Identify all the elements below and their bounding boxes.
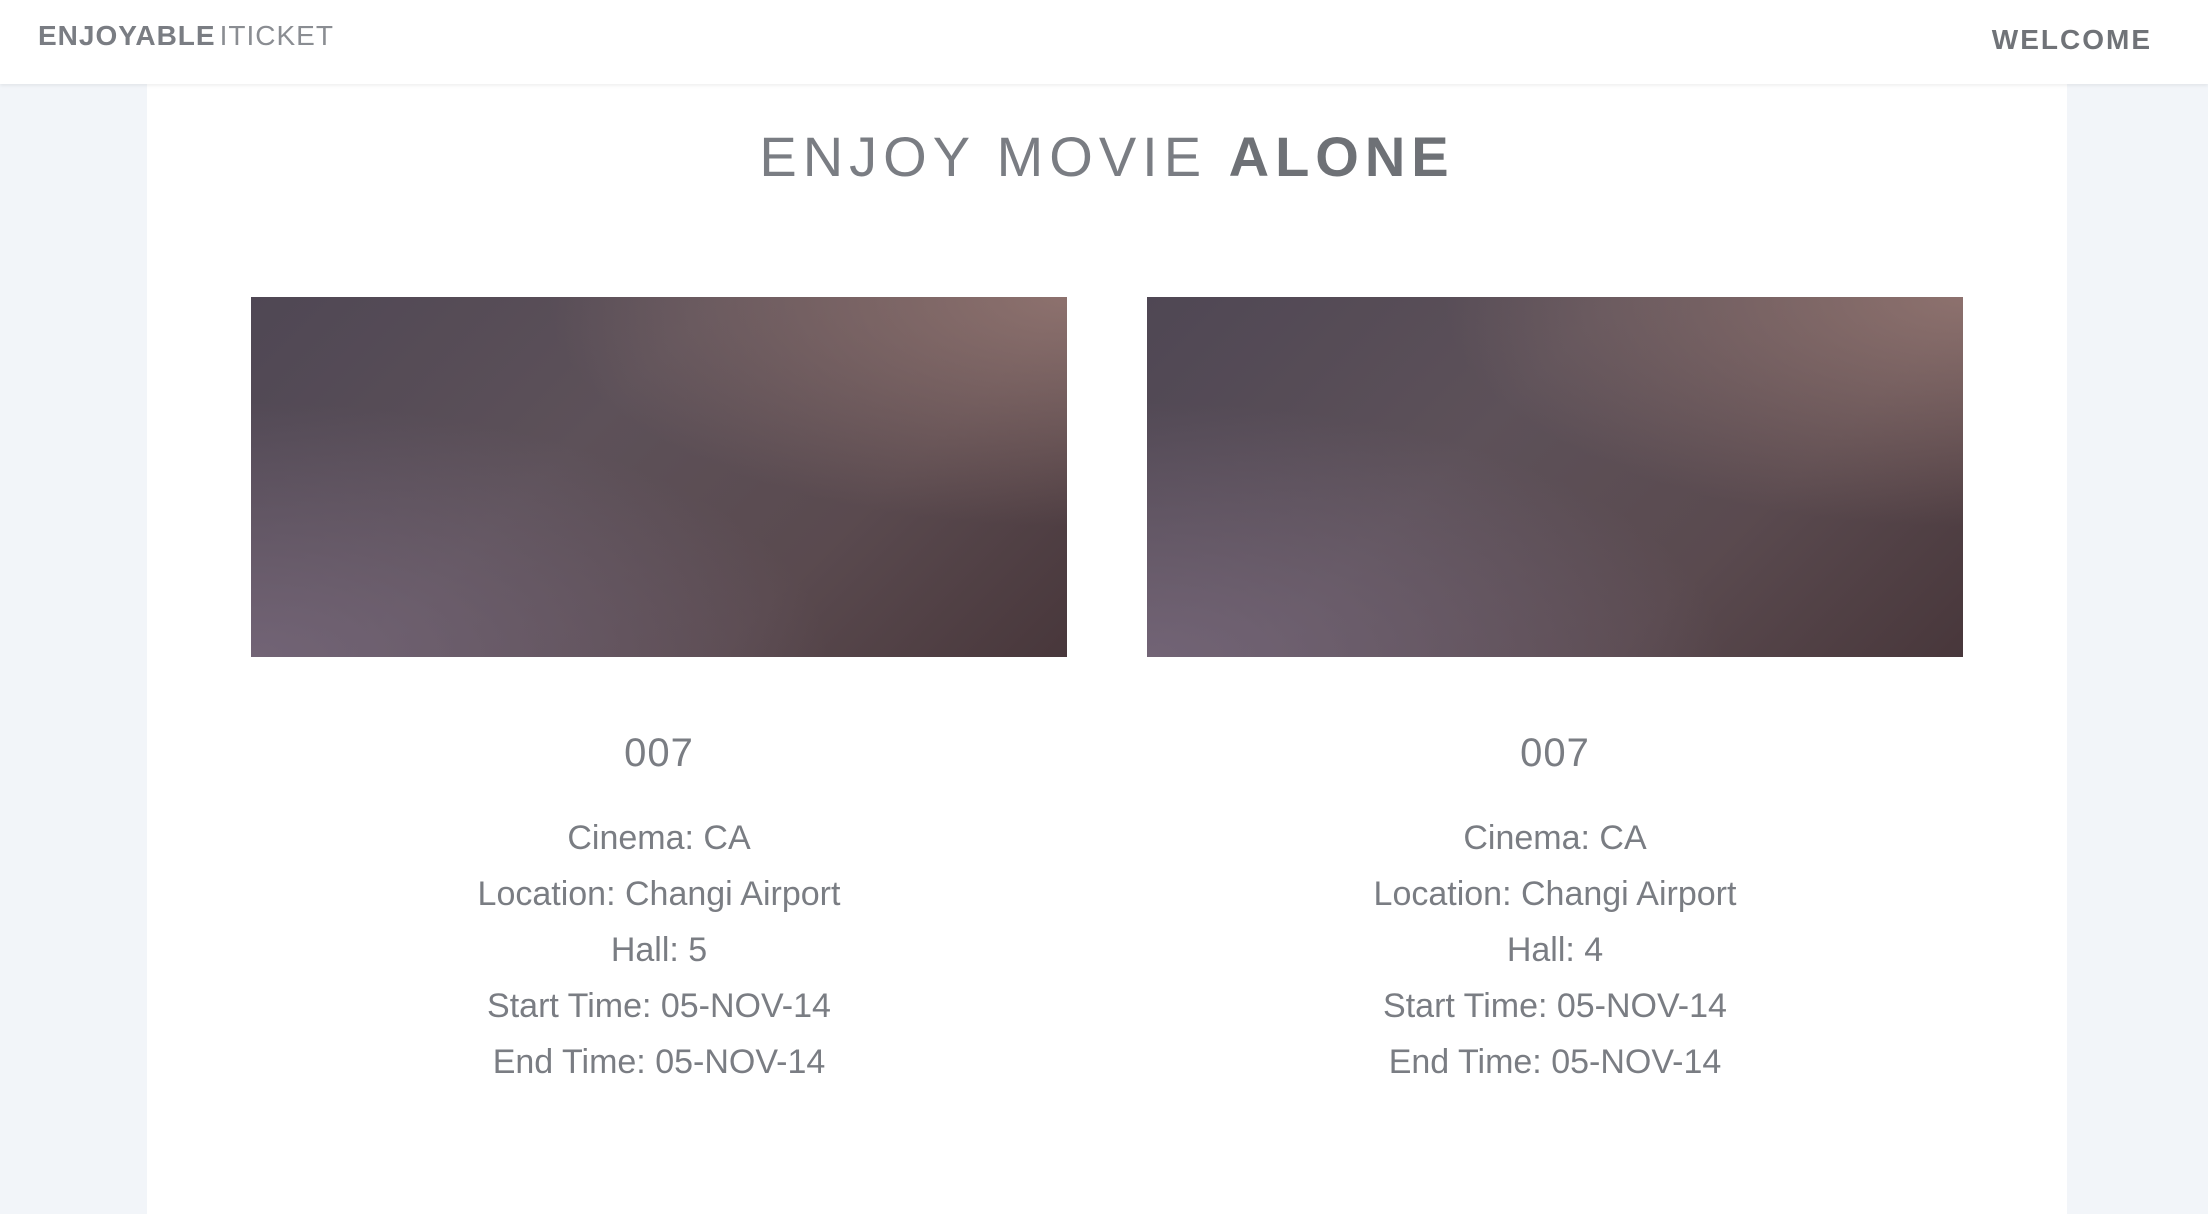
location-text: Location: Changi Airport (1373, 875, 1737, 913)
page-title-bold: ALONE (1228, 125, 1455, 188)
cinema-text: Cinema: CA (1463, 819, 1647, 857)
ticket-card: 007 Cinema: CA Location: Changi Airport … (1147, 297, 1963, 1090)
brand-name-light: ITICKET (219, 20, 334, 51)
hall-text: Hall: 4 (1506, 931, 1604, 969)
movie-title: 007 (624, 731, 694, 775)
main-panel: ENJOY MOVIE ALONE 007 Cinema: CA Locatio… (147, 84, 2067, 1214)
start-time-text: Start Time: 05-NOV-14 (1383, 987, 1727, 1025)
movie-title: 007 (1520, 731, 1590, 775)
ticket-details: Cinema: CA Location: Changi Airport Hall… (251, 810, 1067, 1090)
hall-text: Hall: 5 (610, 931, 708, 969)
top-navbar: ENJOYABLE ITICKET WELCOME (0, 0, 2208, 84)
page-title: ENJOY MOVIE ALONE (147, 124, 2067, 189)
page-title-light: ENJOY MOVIE (759, 125, 1229, 188)
ticket-details: Cinema: CA Location: Changi Airport Hall… (1147, 810, 1963, 1090)
movie-poster-image[interactable] (1147, 297, 1963, 657)
end-time-text: End Time: 05-NOV-14 (492, 1043, 826, 1081)
welcome-link[interactable]: WELCOME (1992, 24, 2152, 56)
start-time-text: Start Time: 05-NOV-14 (487, 987, 831, 1025)
movie-poster-image[interactable] (251, 297, 1067, 657)
end-time-text: End Time: 05-NOV-14 (1388, 1043, 1722, 1081)
cinema-text: Cinema: CA (567, 819, 751, 857)
location-text: Location: Changi Airport (477, 875, 841, 913)
ticket-card: 007 Cinema: CA Location: Changi Airport … (251, 297, 1067, 1090)
brand-name-bold: ENJOYABLE (38, 20, 216, 51)
brand-logo[interactable]: ENJOYABLE ITICKET (38, 20, 334, 52)
